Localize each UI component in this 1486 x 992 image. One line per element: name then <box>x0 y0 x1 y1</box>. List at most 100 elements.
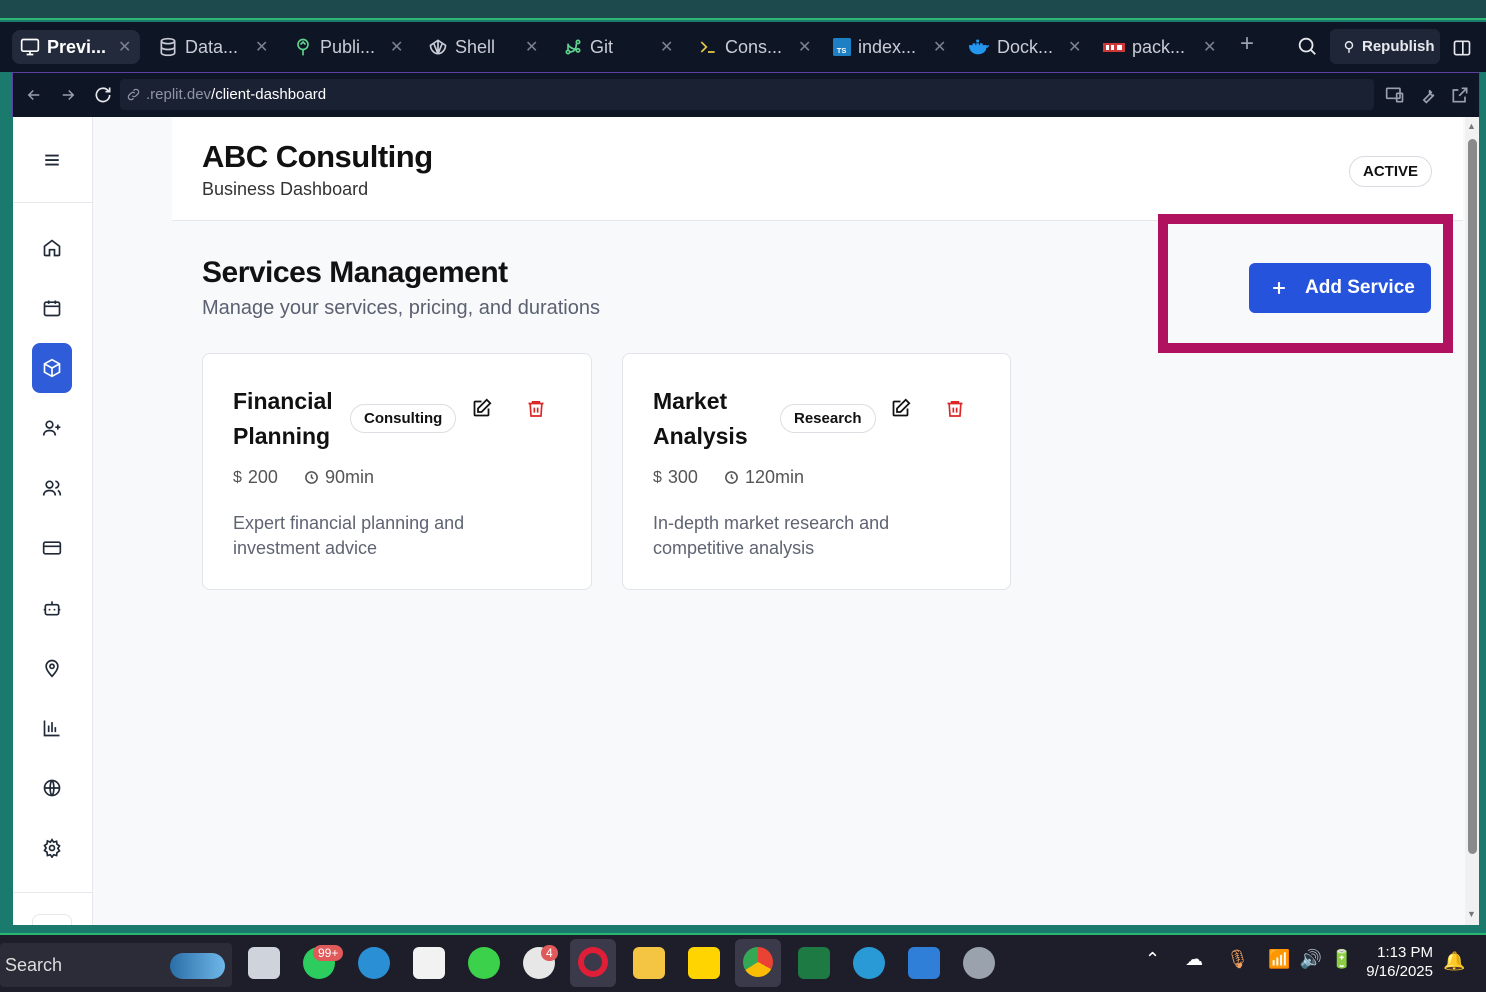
close-tab-icon[interactable]: ✕ <box>1068 37 1081 57</box>
add-service-label: Add Service <box>1305 277 1415 298</box>
close-tab-icon[interactable]: ✕ <box>933 37 946 57</box>
edge-icon[interactable] <box>853 947 885 979</box>
reload-icon[interactable] <box>93 85 113 105</box>
sidebar-item-calendar[interactable] <box>32 288 72 328</box>
delete-service-button[interactable] <box>526 398 546 419</box>
close-tab-icon[interactable]: ✕ <box>390 37 403 57</box>
sidebar-item-settings[interactable] <box>32 828 72 868</box>
close-tab-icon[interactable]: ✕ <box>118 37 131 57</box>
tab-label: Data... <box>185 36 239 57</box>
tab-console[interactable]: Cons... ✕ <box>690 30 815 64</box>
user-plus-icon <box>42 420 61 436</box>
sidebar-item-website[interactable] <box>32 768 72 808</box>
system-clock[interactable]: 1:13 PM 9/16/2025 <box>1355 943 1433 981</box>
show-hidden-icons-icon[interactable]: ⌃ <box>1145 949 1160 969</box>
tab-database[interactable]: Data... ✕ <box>150 30 275 64</box>
chrome-icon <box>743 947 773 977</box>
back-icon[interactable] <box>25 86 43 104</box>
vertical-scrollbar[interactable]: ▲ ▼ <box>1465 117 1479 925</box>
tab-label: pack... <box>1132 36 1186 57</box>
add-service-button[interactable]: Add Service <box>1249 263 1431 313</box>
sidebar-item-add-client[interactable] <box>32 408 72 448</box>
clock-icon <box>305 471 318 484</box>
wifi-icon[interactable]: 📶 <box>1268 949 1290 969</box>
search-icon[interactable] <box>1296 35 1318 57</box>
app-sidebar <box>13 117 93 925</box>
tab-label: Publi... <box>320 36 376 57</box>
service-name: Financial Planning <box>233 388 333 449</box>
search-highlight-icon <box>170 953 225 979</box>
taskbar-search[interactable]: Search <box>0 943 232 987</box>
sidebar-item-home[interactable] <box>32 228 72 268</box>
tab-shell[interactable]: Shell ✕ <box>420 30 545 64</box>
sidebar-item-clients[interactable] <box>32 468 72 508</box>
sidebar-item-bot[interactable] <box>32 588 72 628</box>
devices-icon[interactable] <box>1385 85 1405 105</box>
onedrive-icon[interactable]: ☁ <box>1185 949 1203 969</box>
page-description: Manage your services, pricing, and durat… <box>202 297 600 319</box>
url-input[interactable]: .replit.dev/client-dashboard <box>120 79 1374 110</box>
close-tab-icon[interactable]: ✕ <box>255 37 268 57</box>
ide-tab-bar: Previ... ✕ Data... ✕ Publi... ✕ Shell ✕ … <box>0 22 1486 72</box>
tab-docker[interactable]: Dock... ✕ <box>960 30 1085 64</box>
close-tab-icon[interactable]: ✕ <box>1203 37 1216 57</box>
tab-label: Previ... <box>47 36 107 57</box>
sidebar-item-services[interactable] <box>32 343 72 393</box>
delete-service-button[interactable] <box>945 398 965 419</box>
docker-icon <box>968 39 990 55</box>
open-new-window-icon[interactable] <box>1450 85 1470 105</box>
microsoft-store-icon[interactable] <box>413 947 445 979</box>
volume-icon[interactable]: 🔊 <box>1299 949 1321 969</box>
tab-git[interactable]: Git ✕ <box>555 30 680 64</box>
menu-toggle-button[interactable] <box>32 140 72 180</box>
calendar-icon <box>43 300 61 317</box>
file-explorer-icon[interactable] <box>633 947 665 979</box>
app-green-icon[interactable] <box>468 947 500 979</box>
shell-icon <box>429 39 447 55</box>
users-icon <box>42 480 62 496</box>
scroll-down-arrow-icon[interactable]: ▼ <box>1467 909 1476 919</box>
tab-package[interactable]: pack... ✕ <box>1095 30 1220 64</box>
notification-icon[interactable]: 🔔 <box>1443 951 1465 972</box>
close-tab-icon[interactable]: ✕ <box>660 37 673 57</box>
sticky-notes-icon[interactable] <box>688 947 720 979</box>
sidebar-item-payments[interactable] <box>32 528 72 568</box>
page-header: ABC Consulting Business Dashboard ACTIVE <box>172 117 1463 221</box>
sidebar-profile-button[interactable] <box>32 914 72 925</box>
new-tab-icon[interactable]: + <box>1240 30 1254 58</box>
settings-gear-icon[interactable] <box>963 947 995 979</box>
close-tab-icon[interactable]: ✕ <box>798 37 811 57</box>
service-meta: $ 300 120min <box>653 467 804 488</box>
category-badge: Consulting <box>350 404 457 433</box>
photos-icon[interactable] <box>908 947 940 979</box>
edit-service-button[interactable] <box>471 398 492 419</box>
tab-publishing[interactable]: Publi... ✕ <box>285 30 410 64</box>
settings-icon <box>43 838 61 858</box>
microphone-icon[interactable]: 🎙 <box>1226 949 1249 969</box>
chrome-active-tab[interactable] <box>735 939 781 987</box>
tab-preview[interactable]: Previ... ✕ <box>12 30 140 64</box>
page-title: Services Management <box>202 256 508 289</box>
trash-icon <box>528 401 544 417</box>
sidebar-item-analytics[interactable] <box>32 708 72 748</box>
close-tab-icon[interactable]: ✕ <box>525 37 538 57</box>
scrollbar-thumb[interactable] <box>1468 139 1477 854</box>
bar-chart-icon <box>43 720 60 737</box>
tab-label: Dock... <box>997 36 1054 57</box>
panel-toggle-icon[interactable] <box>1452 38 1472 58</box>
service-meta: $ 200 90min <box>233 467 374 488</box>
edit-service-button[interactable] <box>890 398 911 419</box>
dollar-icon: $ <box>653 468 662 486</box>
task-view-icon[interactable] <box>248 947 280 979</box>
sidebar-item-locations[interactable] <box>32 648 72 688</box>
republish-button[interactable]: Republish <box>1330 29 1440 64</box>
opera-active-tab[interactable] <box>570 939 616 987</box>
wrench-icon[interactable] <box>1418 85 1438 105</box>
category-badge: Research <box>780 404 876 433</box>
tab-index[interactable]: TS index... ✕ <box>825 30 950 64</box>
excel-icon[interactable] <box>798 947 830 979</box>
edge-profile-icon[interactable] <box>358 947 390 979</box>
forward-icon[interactable] <box>59 86 77 104</box>
battery-icon[interactable]: 🔋 <box>1331 949 1353 969</box>
scroll-up-arrow-icon[interactable]: ▲ <box>1467 121 1476 131</box>
